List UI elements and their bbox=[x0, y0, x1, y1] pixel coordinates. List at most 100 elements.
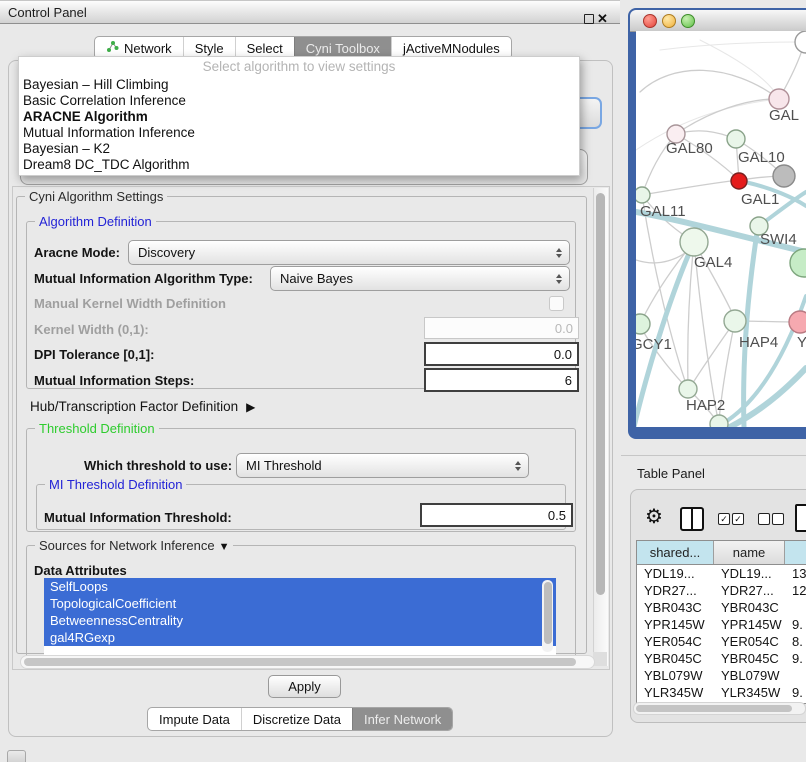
table-cell: YDR27... bbox=[637, 583, 714, 598]
table-row[interactable]: YPR145WYPR145W9. bbox=[637, 616, 806, 633]
vertical-scrollbar[interactable] bbox=[593, 188, 608, 666]
algorithm-option[interactable]: Basic Correlation Inference bbox=[19, 93, 579, 109]
table-row[interactable]: YDL19...YDL19...13... bbox=[637, 565, 806, 582]
network-icon bbox=[106, 40, 119, 56]
table-cell: YDL19... bbox=[714, 566, 785, 581]
manual-kernel-width-label: Manual Kernel Width Definition bbox=[34, 296, 226, 311]
network-node[interactable] bbox=[636, 187, 650, 203]
network-node[interactable] bbox=[773, 165, 795, 187]
document-icon[interactable] bbox=[795, 504, 806, 532]
algorithm-option[interactable]: Bayesian – K2 bbox=[19, 141, 579, 157]
sources-group-label: Sources for Network Inference bbox=[39, 538, 215, 553]
manual-kernel-width-checkbox[interactable] bbox=[549, 296, 564, 311]
column-header[interactable] bbox=[785, 541, 806, 564]
node-label: GAL10 bbox=[738, 149, 785, 166]
check-all-icon[interactable]: ✓ bbox=[732, 513, 744, 525]
close-traffic-light-icon[interactable] bbox=[643, 14, 657, 28]
network-node[interactable] bbox=[769, 89, 789, 109]
stepper-arrows-icon bbox=[510, 461, 526, 471]
zoom-traffic-light-icon[interactable] bbox=[681, 14, 695, 28]
network-window-titlebar[interactable] bbox=[630, 10, 806, 32]
table-cell: 8. bbox=[785, 634, 806, 649]
table-horizontal-scrollbar[interactable] bbox=[633, 702, 806, 715]
tab-label: Style bbox=[195, 41, 224, 56]
table-row[interactable]: YER054CYER054C8. bbox=[637, 633, 806, 650]
column-header[interactable]: shared... bbox=[637, 541, 714, 564]
table-cell: YDL19... bbox=[637, 566, 714, 581]
table-cell: 9. bbox=[785, 617, 806, 632]
horizontal-scrollbar[interactable] bbox=[20, 655, 595, 669]
uncheck-all-icon[interactable] bbox=[758, 513, 770, 525]
minimize-traffic-light-icon[interactable] bbox=[662, 14, 676, 28]
mi-algorithm-type-select[interactable]: Naive Bayes bbox=[270, 266, 570, 291]
check-all-icon[interactable]: ✓ bbox=[718, 513, 730, 525]
network-edge[interactable] bbox=[642, 180, 739, 195]
data-attributes-list[interactable]: SelfLoopsTopologicalCoefficientBetweenne… bbox=[44, 578, 556, 655]
network-edge[interactable] bbox=[640, 70, 779, 99]
close-icon[interactable]: ✕ bbox=[597, 11, 608, 27]
node-label: GAL bbox=[769, 107, 799, 124]
kernel-width-input[interactable]: 0.0 bbox=[424, 317, 579, 339]
network-node[interactable] bbox=[727, 130, 745, 148]
algorithm-option[interactable]: Bayesian – Hill Climbing bbox=[19, 77, 579, 93]
algorithm-option[interactable]: Mutual Information Inference bbox=[19, 125, 579, 141]
table-row[interactable]: YBR045CYBR045C9. bbox=[637, 650, 806, 667]
network-edge[interactable] bbox=[676, 99, 779, 134]
network-node[interactable] bbox=[679, 380, 697, 398]
minimized-panel-icon[interactable] bbox=[7, 750, 26, 762]
data-attribute-item[interactable]: TopologicalCoefficient bbox=[44, 595, 556, 612]
table-row[interactable]: YDR27...YDR27...12... bbox=[637, 582, 806, 599]
data-attribute-item[interactable]: gal4RGexp bbox=[44, 629, 556, 646]
columns-icon[interactable] bbox=[680, 507, 704, 531]
aracne-mode-select[interactable]: Discovery bbox=[128, 240, 570, 265]
data-attribute-item[interactable]: SelfLoops bbox=[44, 578, 556, 595]
network-node[interactable] bbox=[790, 249, 806, 277]
network-node[interactable] bbox=[795, 31, 806, 53]
table-row[interactable]: YBR043CYBR043C bbox=[637, 599, 806, 616]
tab-infer-network[interactable]: Infer Network bbox=[352, 708, 452, 730]
which-threshold-select[interactable]: MI Threshold bbox=[236, 453, 529, 478]
scrollbar-thumb[interactable] bbox=[596, 193, 605, 595]
which-threshold-label: Which threshold to use: bbox=[84, 458, 232, 473]
column-header[interactable]: name bbox=[714, 541, 785, 564]
apply-button[interactable]: Apply bbox=[268, 675, 341, 698]
gear-icon[interactable]: ⚙ bbox=[645, 506, 663, 528]
network-node[interactable] bbox=[680, 228, 708, 256]
group-title: Cyni Algorithm Settings bbox=[25, 189, 167, 204]
mi-steps-input[interactable]: 6 bbox=[424, 368, 579, 392]
table-cell: 12... bbox=[785, 583, 806, 598]
tab-impute-data[interactable]: Impute Data bbox=[148, 708, 241, 730]
network-node[interactable] bbox=[731, 173, 747, 189]
algorithm-option[interactable]: Dream8 DC_TDC Algorithm bbox=[19, 157, 579, 173]
network-node[interactable] bbox=[710, 415, 728, 427]
network-node[interactable] bbox=[636, 314, 650, 334]
attributes-scrollbar[interactable] bbox=[542, 580, 553, 652]
scrollbar-thumb[interactable] bbox=[24, 658, 576, 666]
network-edge[interactable] bbox=[660, 42, 800, 50]
stepper-arrows-icon bbox=[551, 274, 567, 284]
kernel-width-label: Kernel Width (0,1): bbox=[34, 322, 149, 337]
table-row[interactable]: YBL079WYBL079W bbox=[637, 667, 806, 684]
tab-discretize-data[interactable]: Discretize Data bbox=[241, 708, 352, 730]
uncheck-all-icon[interactable] bbox=[772, 513, 784, 525]
data-attribute-item[interactable]: BetweennessCentrality bbox=[44, 612, 556, 629]
network-node[interactable] bbox=[724, 310, 746, 332]
expand-arrow-icon[interactable]: ▶ bbox=[246, 400, 255, 414]
table-row[interactable]: YLR345WYLR345W9. bbox=[637, 684, 806, 701]
table-cell: 13... bbox=[785, 566, 806, 581]
table-cell: YBL079W bbox=[637, 668, 714, 683]
network-graph[interactable]: GALGAL80GAL10GAL1GAL11SWI4GAL4HAP4YGCY1H… bbox=[636, 31, 806, 427]
table-cell: YBR045C bbox=[714, 651, 785, 666]
dpi-tolerance-input[interactable]: 0.0 bbox=[424, 342, 579, 366]
algorithm-option[interactable]: ARACNE Algorithm bbox=[19, 109, 579, 125]
scrollbar-thumb[interactable] bbox=[636, 705, 792, 712]
hub-transcription-factor-section[interactable]: Hub/Transcription Factor Definition ▶ bbox=[30, 399, 255, 414]
network-node[interactable] bbox=[789, 311, 806, 333]
mi-threshold-input[interactable]: 0.5 bbox=[420, 503, 573, 527]
network-view-canvas[interactable]: GALGAL80GAL10GAL1GAL11SWI4GAL4HAP4YGCY1H… bbox=[636, 31, 806, 427]
collapse-arrow-icon[interactable]: ▼ bbox=[219, 541, 230, 553]
scrollbar-thumb[interactable] bbox=[544, 582, 552, 644]
scrollbar-corner bbox=[593, 652, 607, 666]
tab-label: Discretize Data bbox=[253, 712, 341, 727]
float-window-icon[interactable] bbox=[584, 14, 594, 24]
